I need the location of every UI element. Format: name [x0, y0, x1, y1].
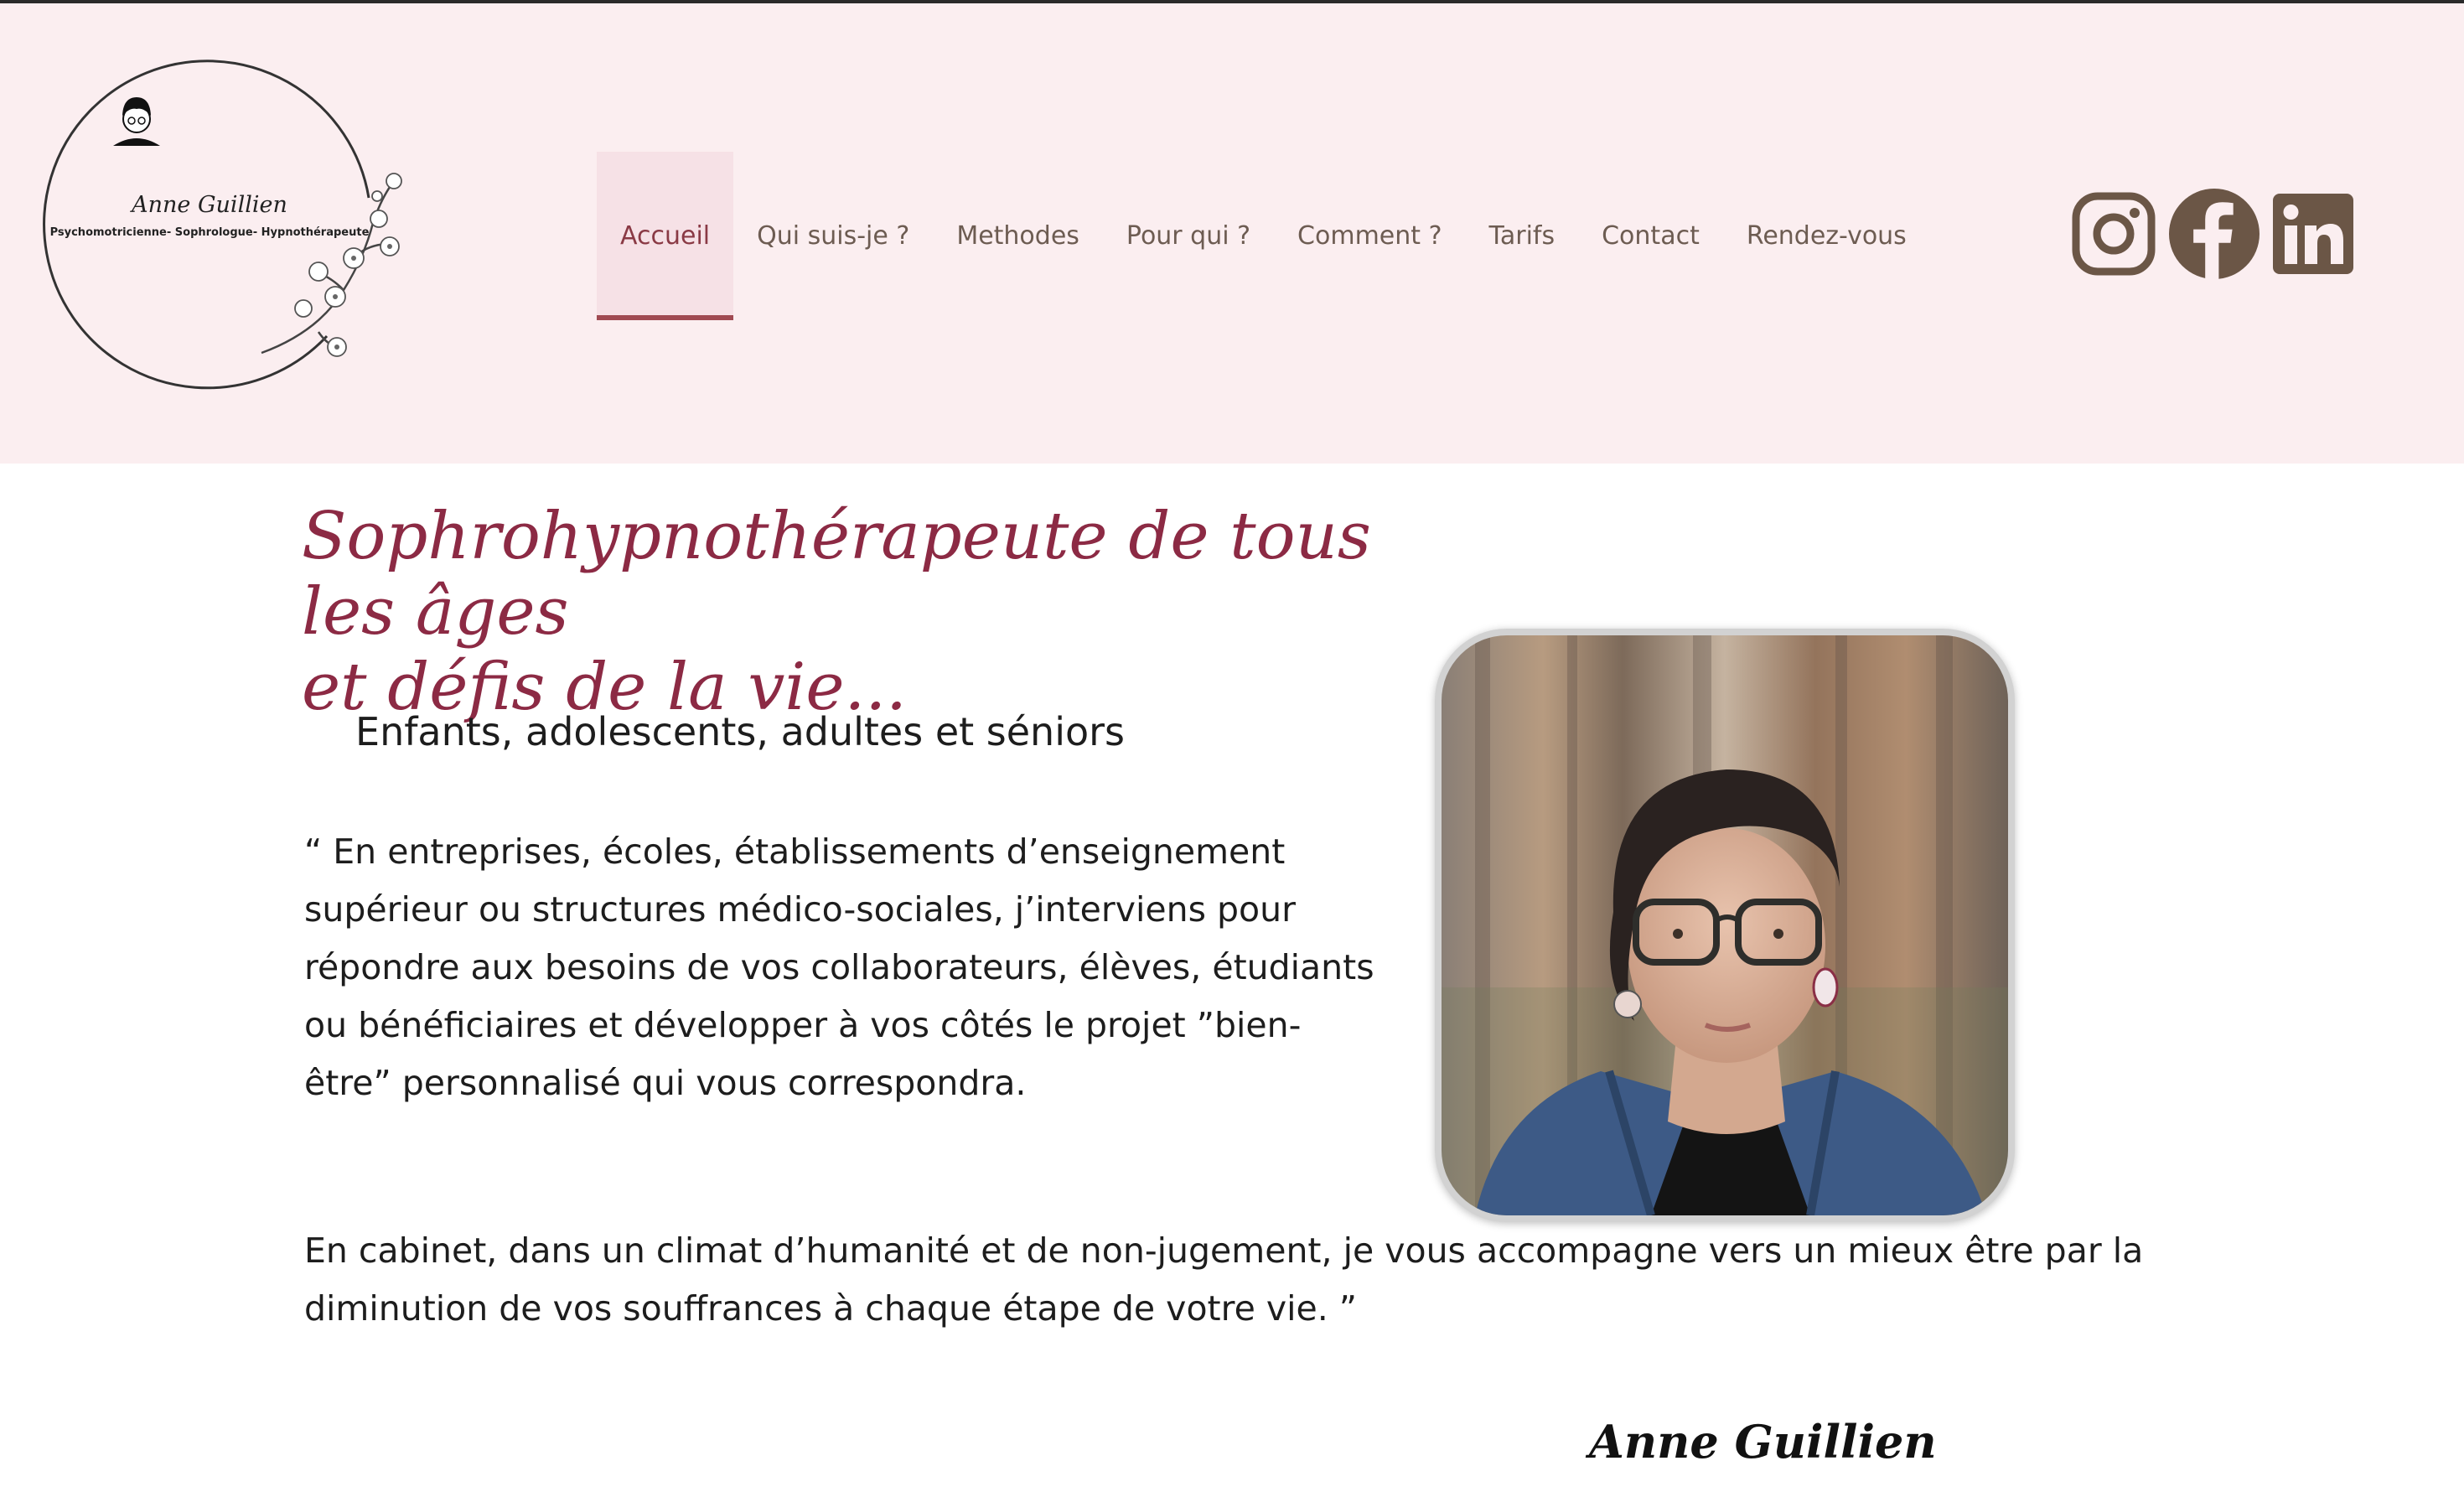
site-header: Anne Guillien Psychomotricienne- Sophrol… — [0, 3, 2464, 464]
portrait-image — [1442, 635, 2008, 1215]
cabinet-paragraph: En cabinet, dans un climat d’humanité et… — [304, 1230, 2144, 1329]
signature: Anne Guillien — [1589, 1415, 1937, 1469]
nav-item-rendez-vous[interactable]: Rendez-vous — [1723, 152, 1930, 319]
nav-item-pour-qui[interactable]: Pour qui ? — [1103, 152, 1274, 319]
main-nav: Accueil Qui suis-je ? Methodes Pour qui … — [597, 152, 1930, 320]
page-headline: Sophrohypnothérapeute de tous les âges e… — [302, 499, 1475, 725]
nav-item-comment[interactable]: Comment ? — [1274, 152, 1465, 319]
logo-subtitle: Psychomotricienne- Sophrologue- Hypnothé… — [49, 226, 370, 239]
instagram-icon[interactable] — [2072, 192, 2156, 276]
nav-item-qui-suis-je[interactable]: Qui suis-je ? — [733, 152, 933, 319]
audience-subtitle: Enfants, adolescents, adultes et séniors — [355, 709, 1126, 754]
logo-name: Anne Guillien — [132, 192, 287, 218]
linkedin-icon[interactable] — [2271, 192, 2355, 276]
intro-quote: “ En entreprises, écoles, établissements… — [304, 831, 1374, 1103]
nav-item-tarifs[interactable]: Tarifs — [1466, 152, 1579, 319]
site-logo[interactable]: Anne Guillien Psychomotricienne- Sophrol… — [42, 55, 419, 407]
headline-line-1: Sophrohypnothérapeute de tous les âges — [302, 499, 1371, 650]
nav-item-contact[interactable]: Contact — [1578, 152, 1723, 319]
facebook-icon[interactable] — [2169, 189, 2260, 279]
portrait-photo — [1435, 629, 2015, 1222]
nav-item-accueil[interactable]: Accueil — [597, 152, 734, 320]
nav-item-methodes[interactable]: Methodes — [933, 152, 1103, 319]
